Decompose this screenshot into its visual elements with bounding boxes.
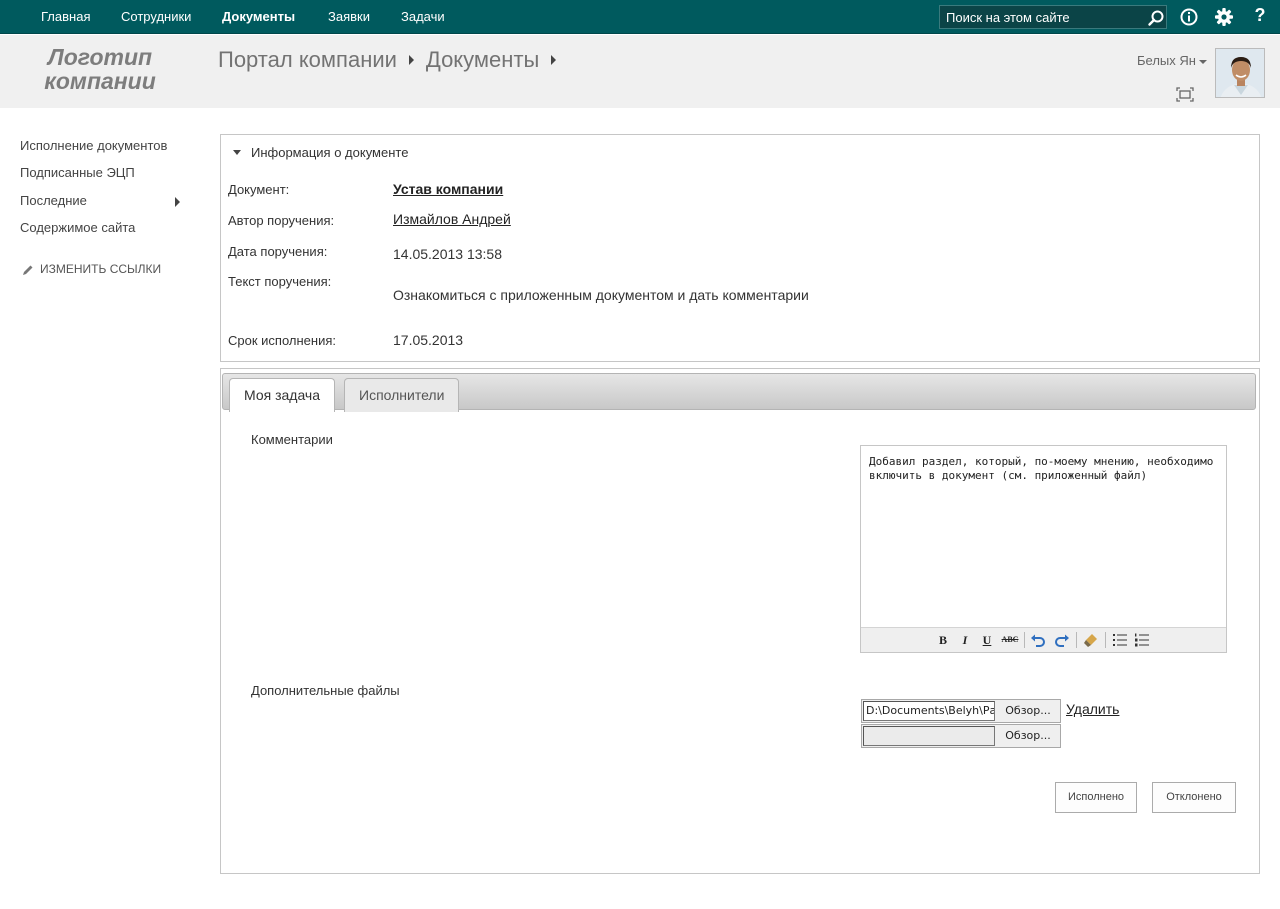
- sidebar-item-recent[interactable]: Последние: [20, 193, 185, 208]
- breadcrumb-arrow-icon[interactable]: [551, 55, 557, 66]
- assignment-date: 14.05.2013 13:58: [393, 246, 502, 262]
- editor-toolbar: B I U ABC: [861, 627, 1226, 652]
- breadcrumb-item-documents[interactable]: Документы: [426, 47, 539, 72]
- field-label-deadline: Срок исполнения:: [228, 333, 336, 348]
- file-upload-row: Обзор...: [861, 724, 1061, 748]
- toolbar-separator: [1105, 632, 1106, 648]
- gear-icon[interactable]: [1214, 7, 1234, 27]
- search-icon[interactable]: [1147, 9, 1165, 27]
- assignment-text: Ознакомиться с приложенным документом и …: [393, 287, 809, 303]
- nav-item-home[interactable]: Главная: [41, 9, 90, 24]
- bold-button[interactable]: B: [935, 632, 951, 648]
- browse-button[interactable]: Обзор...: [996, 725, 1060, 747]
- field-label-document: Документ:: [228, 182, 290, 197]
- comments-label: Комментарии: [251, 432, 333, 447]
- info-panel-toggle[interactable]: Информация о документе: [233, 145, 408, 160]
- comment-editor: Добавил раздел, который, по-моему мнению…: [860, 445, 1227, 653]
- chevron-right-icon: [175, 197, 180, 207]
- file-path-input[interactable]: [863, 726, 995, 746]
- clear-formatting-icon[interactable]: [1083, 632, 1099, 648]
- tab-my-task[interactable]: Моя задача: [229, 378, 336, 412]
- nav-item-employees[interactable]: Сотрудники: [121, 9, 191, 24]
- search-input[interactable]: [940, 6, 1140, 28]
- search-box: [939, 5, 1167, 29]
- nav-item-tasks[interactable]: Задачи: [401, 9, 445, 24]
- file-upload-row: D:\Documents\Belyh\Рабо Обзор...: [861, 699, 1061, 723]
- avatar-image: [1216, 49, 1264, 97]
- done-button[interactable]: Исполнено: [1055, 782, 1137, 813]
- info-panel-title: Информация о документе: [251, 145, 409, 160]
- info-icon[interactable]: [1179, 7, 1199, 27]
- author-link[interactable]: Измайлов Андрей: [393, 211, 511, 227]
- sidebar-item-document-execution[interactable]: Исполнение документов: [20, 138, 167, 153]
- chevron-down-icon: [1198, 59, 1207, 64]
- browse-button[interactable]: Обзор...: [996, 700, 1060, 722]
- italic-button[interactable]: I: [957, 632, 973, 648]
- field-label-text: Текст поручения:: [228, 274, 332, 289]
- focus-on-content-icon[interactable]: [1176, 87, 1194, 102]
- help-icon[interactable]: ?: [1252, 5, 1268, 25]
- reject-button[interactable]: Отклонено: [1152, 782, 1236, 813]
- field-label-author: Автор поручения:: [228, 213, 335, 228]
- document-info-panel: Информация о документе Документ: Устав к…: [220, 134, 1260, 362]
- breadcrumb-item-portal[interactable]: Портал компании: [218, 47, 397, 72]
- pencil-icon: [23, 265, 33, 275]
- toolbar-separator: [1076, 632, 1077, 648]
- collapse-triangle-icon: [233, 150, 241, 156]
- nav-item-requests[interactable]: Заявки: [328, 9, 370, 24]
- underline-button[interactable]: U: [979, 632, 995, 648]
- toolbar-separator: [1024, 632, 1025, 648]
- tab-strip: Моя задача Исполнители: [222, 373, 1256, 412]
- file-path-input[interactable]: D:\Documents\Belyh\Рабо: [863, 701, 995, 721]
- comment-textarea[interactable]: Добавил раздел, который, по-моему мнению…: [869, 455, 1219, 483]
- company-logo[interactable]: Логотип компании: [30, 45, 170, 93]
- redo-icon[interactable]: [1054, 632, 1070, 648]
- bulleted-list-icon[interactable]: [1112, 632, 1128, 648]
- logo-line-2: компании: [44, 68, 156, 94]
- site-header: Логотип компании Портал компании Документ…: [0, 35, 1280, 108]
- user-menu[interactable]: Белых Ян: [1137, 53, 1207, 68]
- strikethrough-button[interactable]: ABC: [1000, 632, 1020, 648]
- breadcrumb: Портал компании Документы: [218, 46, 568, 73]
- sidebar-item-signed[interactable]: Подписанные ЭЦП: [20, 165, 135, 180]
- nav-item-documents[interactable]: Документы: [222, 9, 295, 24]
- edit-links-button[interactable]: ИЗМЕНИТЬ ССЫЛКИ: [22, 262, 161, 276]
- additional-files-label: Дополнительные файлы: [251, 683, 400, 698]
- user-name: Белых Ян: [1137, 53, 1196, 68]
- field-label-date: Дата поручения:: [228, 244, 328, 259]
- logo-line-1: Логотип: [47, 44, 153, 70]
- top-nav-bar: Главная Сотрудники Документы Заявки Зада…: [0, 0, 1280, 34]
- sidebar-item-label: Последние: [20, 193, 87, 208]
- tab-executors[interactable]: Исполнители: [344, 378, 460, 412]
- deadline-date: 17.05.2013: [393, 332, 464, 348]
- task-panel: Моя задача Исполнители Комментарии Добав…: [220, 368, 1260, 874]
- avatar[interactable]: [1215, 48, 1265, 98]
- breadcrumb-arrow-icon: [408, 55, 414, 66]
- delete-file-link[interactable]: Удалить: [1066, 701, 1119, 717]
- document-link[interactable]: Устав компании: [393, 181, 503, 197]
- numbered-list-icon[interactable]: [1134, 632, 1150, 648]
- sidebar-item-site-contents[interactable]: Содержимое сайта: [20, 220, 135, 235]
- undo-icon[interactable]: [1030, 632, 1046, 648]
- edit-links-label: ИЗМЕНИТЬ ССЫЛКИ: [40, 262, 162, 276]
